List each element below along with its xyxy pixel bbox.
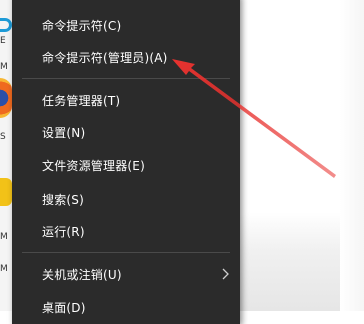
menu-item-label: 任务管理器(T)	[42, 93, 121, 108]
desktop-icon-label: M	[0, 62, 8, 72]
desktop-icon-label: E	[0, 36, 6, 46]
menu-item-label: 关机或注销(U)	[42, 267, 122, 282]
menu-item-label: 桌面(D)	[42, 300, 86, 315]
menu-item-settings[interactable]: 设置(N)	[12, 117, 240, 147]
menu-item-label: 命令提示符(管理员)(A)	[42, 50, 168, 65]
menu-item-label: 运行(R)	[42, 224, 85, 239]
menu-item-file-explorer[interactable]: 文件资源管理器(E)	[12, 150, 240, 180]
desktop-icon-label: S	[0, 132, 6, 142]
menu-item-run[interactable]: 运行(R)	[12, 216, 240, 246]
menu-item-search[interactable]: 搜索(S)	[12, 184, 240, 214]
desktop-icon-label: M	[0, 264, 8, 274]
menu-item-desktop[interactable]: 桌面(D)	[12, 292, 240, 322]
folder-icon[interactable]	[0, 178, 12, 206]
browser-icon[interactable]	[0, 18, 12, 32]
menu-separator	[22, 78, 230, 79]
menu-item-shutdown-signout[interactable]: 关机或注销(U)	[12, 259, 240, 289]
menu-separator	[22, 252, 230, 253]
firefox-icon[interactable]	[0, 78, 12, 118]
menu-item-label: 搜索(S)	[42, 192, 84, 207]
background-window-edge	[340, 0, 364, 311]
chevron-right-icon	[222, 268, 229, 280]
menu-item-label: 命令提示符(C)	[42, 18, 122, 33]
desktop-icons-strip: E M S M M	[0, 0, 12, 311]
menu-item-label: 设置(N)	[42, 125, 86, 140]
menu-item-label: 文件资源管理器(E)	[42, 158, 145, 173]
menu-item-command-prompt-admin[interactable]: 命令提示符(管理员)(A)	[12, 42, 240, 72]
menu-item-command-prompt[interactable]: 命令提示符(C)	[12, 10, 240, 40]
context-menu: 命令提示符(C) 命令提示符(管理员)(A) 任务管理器(T) 设置(N) 文件…	[12, 0, 240, 324]
desktop-icon-label: M	[0, 232, 8, 242]
menu-item-task-manager[interactable]: 任务管理器(T)	[12, 85, 240, 115]
